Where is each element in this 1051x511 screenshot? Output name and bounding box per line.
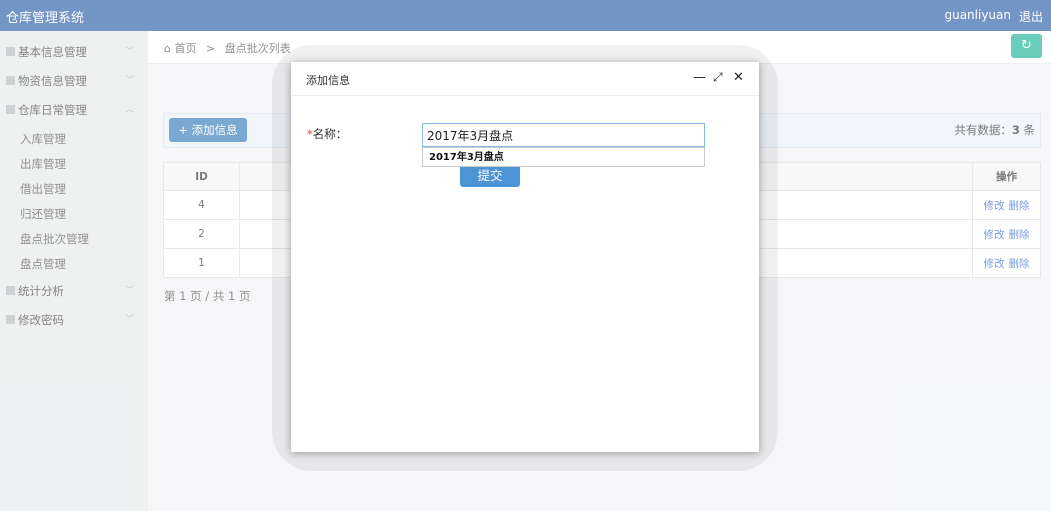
dialog-title: 添加信息 xyxy=(306,74,350,87)
add-info-dialog: 添加信息 — ⤢ ✕ *名称： 提交 2017年3月盘点 xyxy=(291,62,759,452)
dialog-header: 添加信息 — ⤢ ✕ xyxy=(291,62,759,96)
maximize-icon[interactable]: ⤢ xyxy=(713,70,723,85)
autocomplete-suggestion[interactable]: 2017年3月盘点 xyxy=(422,147,705,167)
submit-button[interactable]: 提交 xyxy=(460,167,520,187)
name-input[interactable] xyxy=(422,123,705,147)
name-label: *名称： xyxy=(307,126,347,142)
minimize-icon[interactable]: — xyxy=(693,70,706,85)
name-label-text: 名称： xyxy=(312,127,348,141)
close-icon[interactable]: ✕ xyxy=(733,70,744,85)
